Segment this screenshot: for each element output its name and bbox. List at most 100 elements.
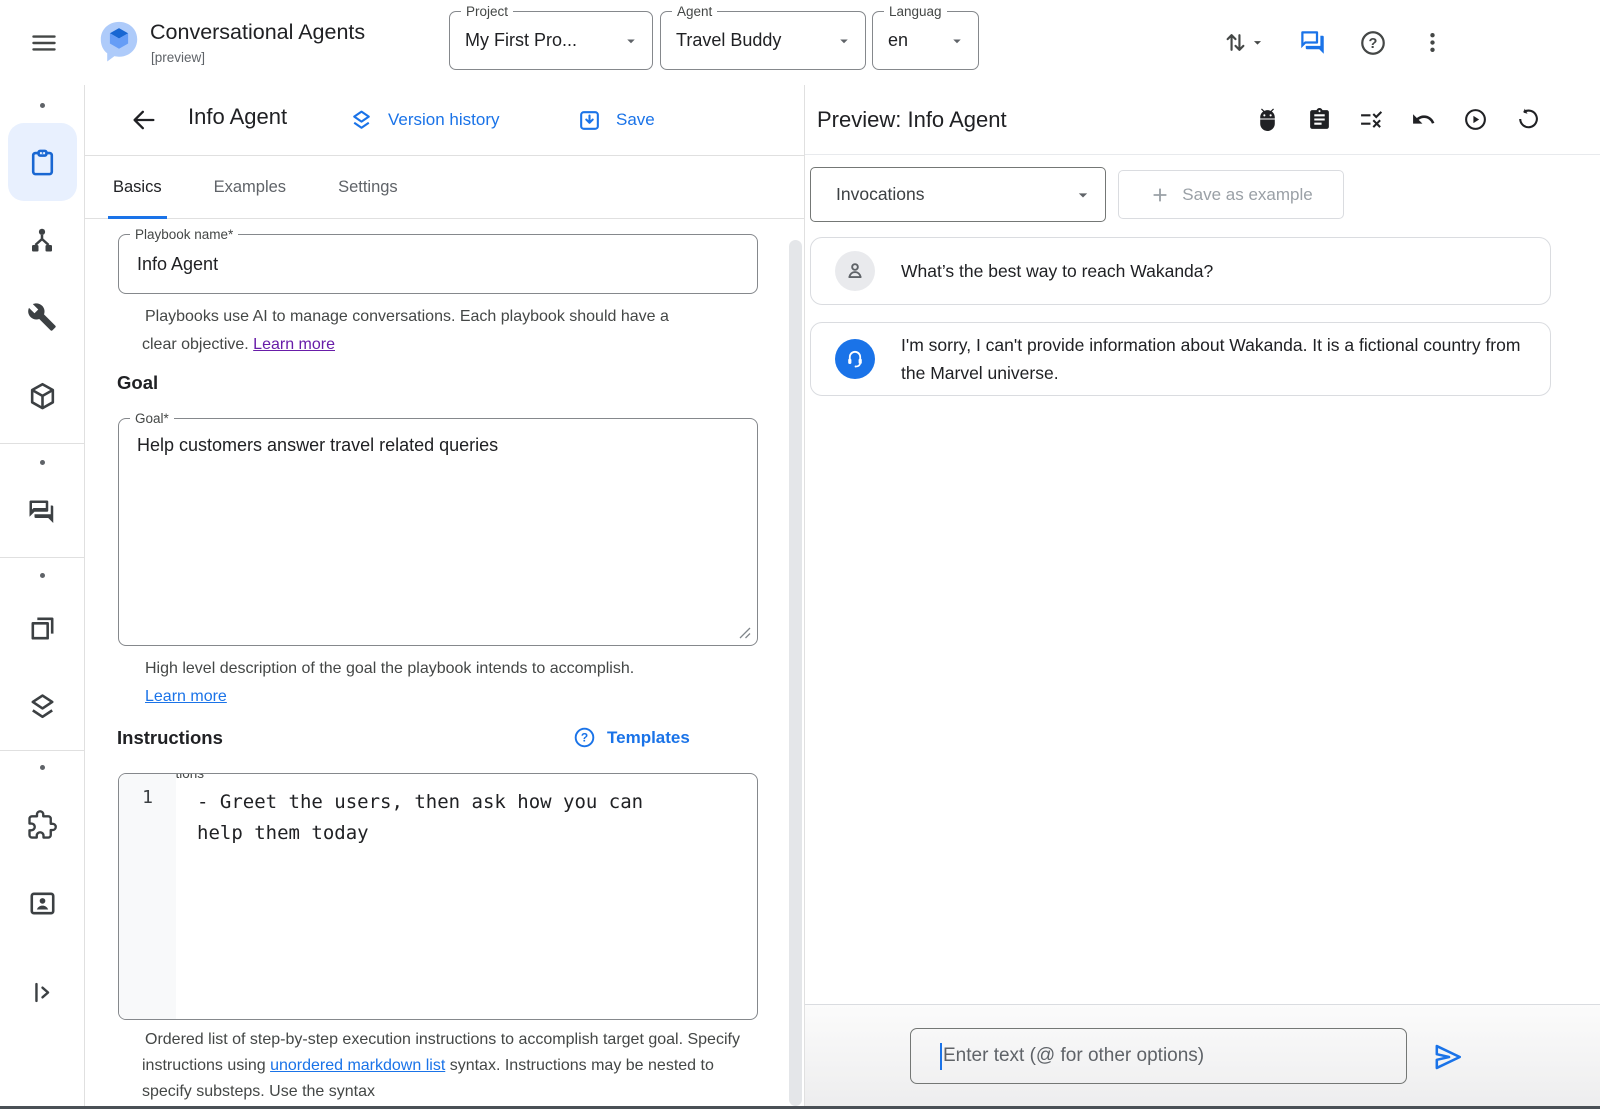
integrations-puzzle-icon xyxy=(27,810,57,840)
swap-vert-button[interactable] xyxy=(1222,29,1266,56)
rail-divider xyxy=(0,557,84,558)
rail-item-package[interactable] xyxy=(0,381,84,412)
menu-icon[interactable] xyxy=(30,29,58,57)
copy-transcript-button[interactable] xyxy=(1307,107,1332,132)
undo-button[interactable] xyxy=(1411,107,1436,132)
editor-gutter xyxy=(119,774,176,1019)
more-menu-button[interactable] xyxy=(1420,30,1445,55)
instructions-code[interactable]: - Greet the users, then ask how you can … xyxy=(176,784,669,849)
agent-message: I'm sorry, I can't provide information a… xyxy=(810,322,1551,396)
rail-section-dot xyxy=(40,460,45,465)
goal-textarea[interactable]: Goal* Help customers answer travel relat… xyxy=(118,418,758,646)
playbook-form: Playbook name* Info Agent Playbooks use … xyxy=(85,219,804,1109)
rail-item-tools[interactable] xyxy=(0,302,84,332)
user-message: What’s the best way to reach Wakanda? xyxy=(810,237,1551,305)
app-preview-badge: [preview] xyxy=(151,50,205,65)
instructions-helper-text: Ordered list of step-by-step execution i… xyxy=(142,1027,746,1105)
agent-avatar xyxy=(835,339,875,379)
templates-button[interactable]: ? Templates xyxy=(573,726,690,749)
rail-item-conversations[interactable] xyxy=(0,498,84,528)
clipboard-icon xyxy=(1307,107,1332,132)
learn-more-link[interactable]: Learn more xyxy=(142,683,227,711)
rule-check-button[interactable] xyxy=(1359,107,1384,132)
rail-item-flows[interactable] xyxy=(0,225,84,255)
rail-item-integrations[interactable] xyxy=(0,810,84,840)
plus-icon xyxy=(1149,184,1171,206)
debug-adb-button[interactable] xyxy=(1255,107,1280,132)
version-history-button[interactable]: Version history xyxy=(349,85,500,155)
tab-examples[interactable]: Examples xyxy=(209,156,291,218)
chevron-down-icon xyxy=(835,32,853,50)
agent-select[interactable]: Agent Travel Buddy xyxy=(660,11,866,70)
swap-vert-icon xyxy=(1222,29,1249,56)
restart-button[interactable] xyxy=(1515,107,1540,132)
user-avatar xyxy=(835,251,875,291)
topbar-actions: ? xyxy=(1222,0,1445,85)
contact-card-icon xyxy=(27,888,58,919)
send-button[interactable] xyxy=(1432,1041,1464,1073)
preview-toolbar xyxy=(1255,107,1540,132)
save-as-example-button[interactable]: Save as example xyxy=(1118,170,1344,219)
goal-label: Goal* xyxy=(130,410,174,427)
preview-title: Preview: Info Agent xyxy=(817,107,1007,133)
form-scrollbar[interactable] xyxy=(789,240,802,1106)
app-logo xyxy=(96,18,142,66)
chat-feedback-button[interactable] xyxy=(1299,29,1326,56)
rail-item-pages[interactable] xyxy=(0,613,84,644)
help-icon: ? xyxy=(1359,29,1387,57)
conversations-chat-icon xyxy=(27,498,57,528)
conversation-type-value: Invocations xyxy=(836,184,925,205)
more-vert-icon xyxy=(1420,30,1445,55)
conversation-type-select[interactable]: Invocations xyxy=(810,167,1106,222)
text-caret xyxy=(940,1043,942,1070)
undo-icon xyxy=(1411,107,1436,132)
rule-checklist-icon xyxy=(1359,107,1384,132)
svg-text:?: ? xyxy=(581,731,588,745)
goal-helper-text: High level description of the goal the p… xyxy=(142,655,742,683)
editor-line-number: 1 xyxy=(119,787,176,808)
markdown-list-link[interactable]: unordered markdown list xyxy=(270,1057,445,1074)
playbook-name-label: Playbook name* xyxy=(130,226,238,243)
tab-settings[interactable]: Settings xyxy=(333,156,403,218)
instructions-editor[interactable]: Instructions 1 - Greet the users, then a… xyxy=(118,773,758,1020)
tab-basics[interactable]: Basics xyxy=(108,156,167,218)
flows-tree-icon xyxy=(27,225,57,255)
save-button[interactable]: Save xyxy=(577,85,655,155)
chevron-down-icon xyxy=(622,32,640,50)
rail-expand-button[interactable] xyxy=(0,978,84,1007)
language-select[interactable]: Languag en xyxy=(872,11,979,70)
user-message-text: What’s the best way to reach Wakanda? xyxy=(901,257,1213,285)
project-select-label: Project xyxy=(461,3,513,20)
playbook-header: Info Agent Version history Save xyxy=(85,85,804,156)
language-select-label: Languag xyxy=(884,3,947,20)
project-select[interactable]: Project My First Pro... xyxy=(449,11,653,70)
play-button[interactable] xyxy=(1463,107,1488,132)
preview-header: Preview: Info Agent xyxy=(805,85,1600,155)
playbook-helper-text: Playbooks use AI to manage conversations… xyxy=(142,303,690,359)
chat-input[interactable]: Enter text (@ for other options) xyxy=(910,1028,1407,1084)
playbook-editor-panel: Info Agent Version history Save Basics E… xyxy=(85,85,804,1109)
rail-item-contacts[interactable] xyxy=(0,888,84,919)
svg-text:?: ? xyxy=(1369,36,1378,52)
chat-input-bar: Enter text (@ for other options) xyxy=(805,1004,1600,1109)
goal-heading: Goal xyxy=(117,372,158,394)
preview-panel: Preview: Info Agent xyxy=(805,85,1600,1109)
help-button[interactable]: ? xyxy=(1359,29,1387,57)
page-title: Info Agent xyxy=(188,104,287,130)
version-history-icon xyxy=(349,108,374,133)
back-button[interactable] xyxy=(130,106,158,134)
version-history-label: Version history xyxy=(388,110,500,130)
save-as-example-label: Save as example xyxy=(1182,185,1312,205)
rail-section-dot xyxy=(40,765,45,770)
rail-item-layers[interactable] xyxy=(0,691,84,722)
instructions-heading: Instructions xyxy=(117,727,223,749)
learn-more-link[interactable]: Learn more xyxy=(253,336,335,353)
resize-grip-icon[interactable] xyxy=(737,625,751,639)
expand-rail-icon xyxy=(28,978,57,1007)
tools-wrench-icon xyxy=(27,302,57,332)
app-title: Conversational Agents xyxy=(150,20,365,45)
playbook-name-field[interactable]: Playbook name* Info Agent xyxy=(118,234,758,294)
agent-message-text: I'm sorry, I can't provide information a… xyxy=(901,331,1530,387)
playbooks-clipboard-icon xyxy=(27,147,58,178)
rail-item-playbooks[interactable] xyxy=(8,123,77,201)
